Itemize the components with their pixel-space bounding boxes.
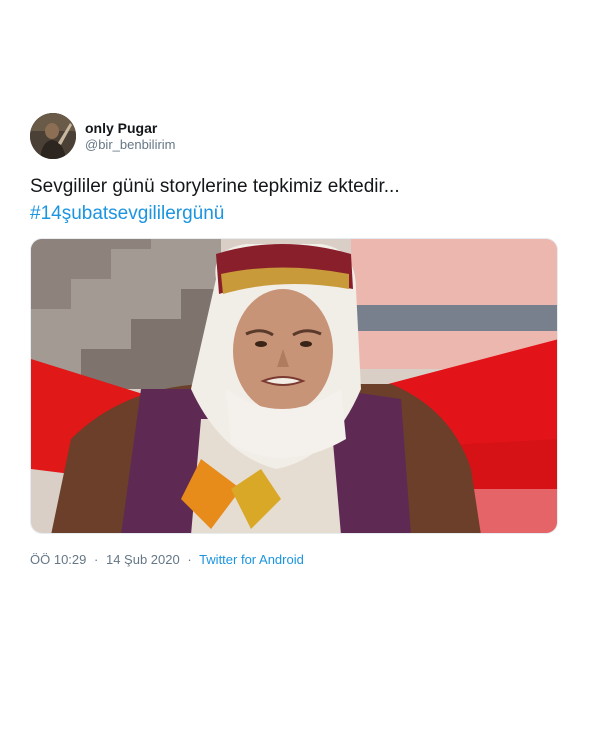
tweet-date[interactable]: 14 Şub 2020 xyxy=(106,552,180,567)
tweet-time[interactable]: ÖÖ 10:29 xyxy=(30,552,86,567)
display-name[interactable]: only Pugar xyxy=(85,119,176,137)
tweet-card: only Pugar @bir_benbilirim Sevgililer gü… xyxy=(30,112,558,567)
user-names: only Pugar @bir_benbilirim xyxy=(85,119,176,153)
tweet-text: Sevgililer günü storylerine tepkimiz ekt… xyxy=(30,173,558,227)
meta-separator: · xyxy=(94,552,99,567)
user-handle[interactable]: @bir_benbilirim xyxy=(85,137,176,153)
tweet-body: Sevgililer günü storylerine tepkimiz ekt… xyxy=(30,176,400,197)
hashtag-link[interactable]: #14şubatsevgililergünü xyxy=(30,200,558,227)
media-image xyxy=(31,239,557,533)
meta-separator-2: · xyxy=(187,552,192,567)
tweet-header: only Pugar @bir_benbilirim xyxy=(30,112,558,160)
tweet-source-link[interactable]: Twitter for Android xyxy=(199,552,304,567)
tweet-meta: ÖÖ 10:29 · 14 Şub 2020 · Twitter for And… xyxy=(30,552,558,567)
avatar-photo-icon xyxy=(30,113,76,159)
avatar[interactable] xyxy=(30,113,76,159)
tweet-media-photo[interactable] xyxy=(30,238,558,534)
